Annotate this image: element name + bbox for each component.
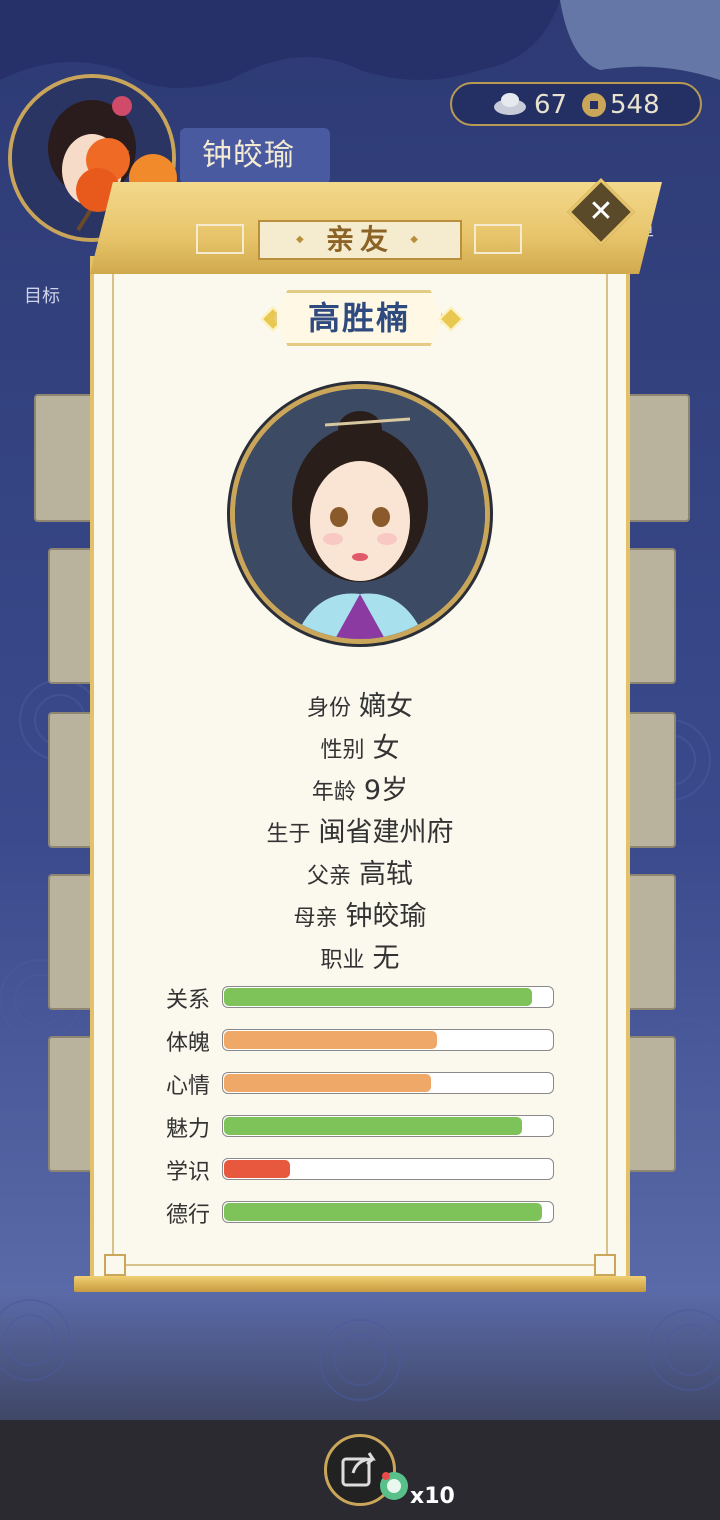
header-ornament xyxy=(474,224,522,254)
info-key: 父亲 xyxy=(306,864,351,889)
info-row: 性别女 xyxy=(74,726,646,765)
info-row: 母亲 钟皎瑜 xyxy=(74,894,646,933)
stat-label: 德行 xyxy=(166,1203,211,1228)
info-row: 职业无 xyxy=(74,936,646,975)
coin-count: 548 xyxy=(610,90,660,120)
info-value: 嫡女 xyxy=(359,691,413,722)
stat-bar-fill xyxy=(224,988,532,1006)
close-icon[interactable]: ✕ xyxy=(580,191,622,233)
stat-bar-track xyxy=(222,1158,554,1180)
relatives-dialog: 亲友 ✕ 高胜楠 身份嫡女性别女年龄9岁生于闽省建州府父亲高轼母亲钟皎瑜职业无 … xyxy=(74,172,662,1296)
npc-name: 高胜楠 xyxy=(274,290,444,346)
info-key: 年龄 xyxy=(311,780,356,805)
stat-bar-fill xyxy=(224,1160,290,1178)
info-key: 身份 xyxy=(306,696,351,721)
stat-row: 心情 xyxy=(166,1072,556,1099)
npc-portrait xyxy=(230,384,490,644)
info-value: 女 xyxy=(372,733,400,764)
corner-ornament xyxy=(104,1254,126,1276)
stat-bar-track xyxy=(222,986,554,1008)
dialog-bottom-rod xyxy=(74,1276,646,1292)
currency-bar: 67 548 xyxy=(450,82,702,126)
stat-row: 关系 xyxy=(166,986,556,1013)
stat-label: 魅力 xyxy=(166,1117,211,1142)
header-ornament xyxy=(196,224,244,254)
stat-bar-fill xyxy=(224,1117,522,1135)
token-icon xyxy=(380,1472,408,1500)
share-count: x10 xyxy=(410,1484,455,1509)
info-row: 年龄 9岁 xyxy=(74,768,646,807)
stat-label: 学识 xyxy=(166,1160,211,1185)
coin-icon xyxy=(580,87,608,123)
info-value: 9岁 xyxy=(363,775,409,806)
stat-bar-fill xyxy=(224,1203,542,1221)
stat-bar-fill xyxy=(224,1031,437,1049)
dialog-title: 亲友 xyxy=(258,220,462,260)
info-row: 生于 闽省建州府 xyxy=(74,810,646,849)
target-label[interactable]: 目标 xyxy=(24,282,60,308)
stat-bar-fill xyxy=(224,1074,431,1092)
stat-row: 体魄 xyxy=(166,1029,556,1056)
info-key: 职业 xyxy=(320,948,365,973)
stat-row: 学识 xyxy=(166,1158,556,1185)
stat-label: 体魄 xyxy=(166,1031,211,1056)
stat-bar-track xyxy=(222,1029,554,1051)
stat-row: 德行 xyxy=(166,1201,556,1228)
info-key: 生于 xyxy=(266,822,311,847)
dialog-title-text: 亲友 xyxy=(325,223,394,256)
info-value: 钟皎瑜 xyxy=(345,901,427,932)
corner-ornament xyxy=(594,1254,616,1276)
stat-row: 魅力 xyxy=(166,1115,556,1142)
info-row: 身份 嫡女 xyxy=(74,684,646,723)
info-key: 性别 xyxy=(320,738,365,763)
stat-label: 关系 xyxy=(166,988,211,1013)
info-key: 母亲 xyxy=(293,906,338,931)
info-row: 父亲 高轼 xyxy=(74,852,646,891)
silver-ingot-icon xyxy=(492,87,528,123)
silver-count: 67 xyxy=(534,90,568,120)
info-value: 高轼 xyxy=(359,859,413,890)
info-value: 闽省建州府 xyxy=(318,817,454,848)
stat-label: 心情 xyxy=(166,1074,211,1099)
stat-bar-track xyxy=(222,1072,554,1094)
info-value: 无 xyxy=(372,943,400,974)
stat-bar-track xyxy=(222,1201,554,1223)
stat-bar-track xyxy=(222,1115,554,1137)
